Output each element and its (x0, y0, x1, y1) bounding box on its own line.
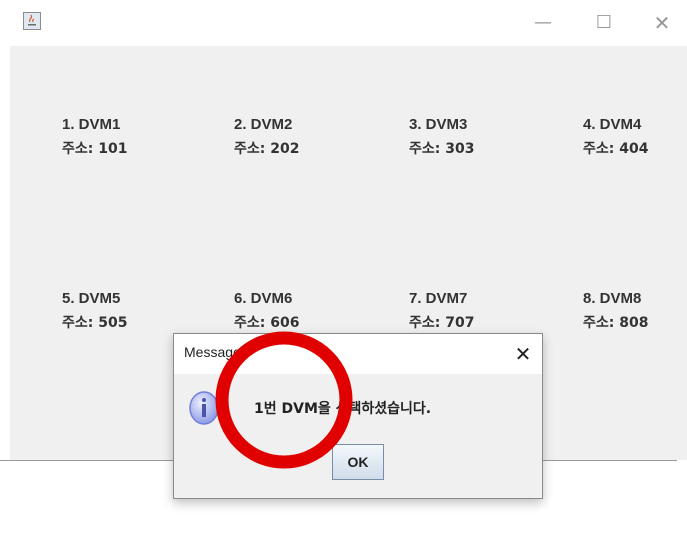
dvm-address: 주소: 808 (583, 315, 649, 331)
minimize-button[interactable]: — (523, 8, 563, 38)
close-button[interactable]: ✕ (642, 8, 682, 38)
dvm-name: 5. DVM5 (62, 290, 121, 307)
dvm-name: 2. DVM2 (234, 116, 293, 133)
dvm-item[interactable]: 7. DVM7 주소: 707 (409, 287, 474, 335)
dvm-item[interactable]: 5. DVM5 주소: 505 (62, 287, 127, 335)
dvm-name: 4. DVM4 (583, 116, 642, 133)
dvm-address: 주소: 101 (62, 141, 128, 157)
title-bar: — ☐ ✕ (10, 0, 687, 46)
dvm-name: 7. DVM7 (409, 290, 468, 307)
dvm-name: 6. DVM6 (234, 290, 293, 307)
dvm-address: 주소: 505 (62, 315, 128, 331)
red-circle-annotation (215, 331, 353, 469)
dvm-address: 주소: 707 (409, 315, 475, 331)
maximize-button[interactable]: ☐ (584, 8, 624, 38)
java-app-icon (23, 12, 41, 30)
dvm-item[interactable]: 3. DVM3 주소: 303 (409, 113, 474, 161)
dialog-close-button[interactable]: ✕ (509, 340, 537, 368)
dvm-item[interactable]: 1. DVM1 주소: 101 (62, 113, 127, 161)
dvm-item[interactable]: 2. DVM2 주소: 202 (234, 113, 299, 161)
dvm-item[interactable]: 6. DVM6 주소: 606 (234, 287, 299, 335)
dvm-address: 주소: 202 (234, 141, 300, 157)
dvm-address: 주소: 303 (409, 141, 475, 157)
dvm-item[interactable]: 4. DVM4 주소: 404 (583, 113, 648, 161)
dvm-name: 1. DVM1 (62, 116, 121, 133)
dvm-item[interactable]: 8. DVM8 주소: 808 (583, 287, 648, 335)
dvm-address: 주소: 404 (583, 141, 649, 157)
dvm-name: 3. DVM3 (409, 116, 468, 133)
dvm-name: 8. DVM8 (583, 290, 642, 307)
